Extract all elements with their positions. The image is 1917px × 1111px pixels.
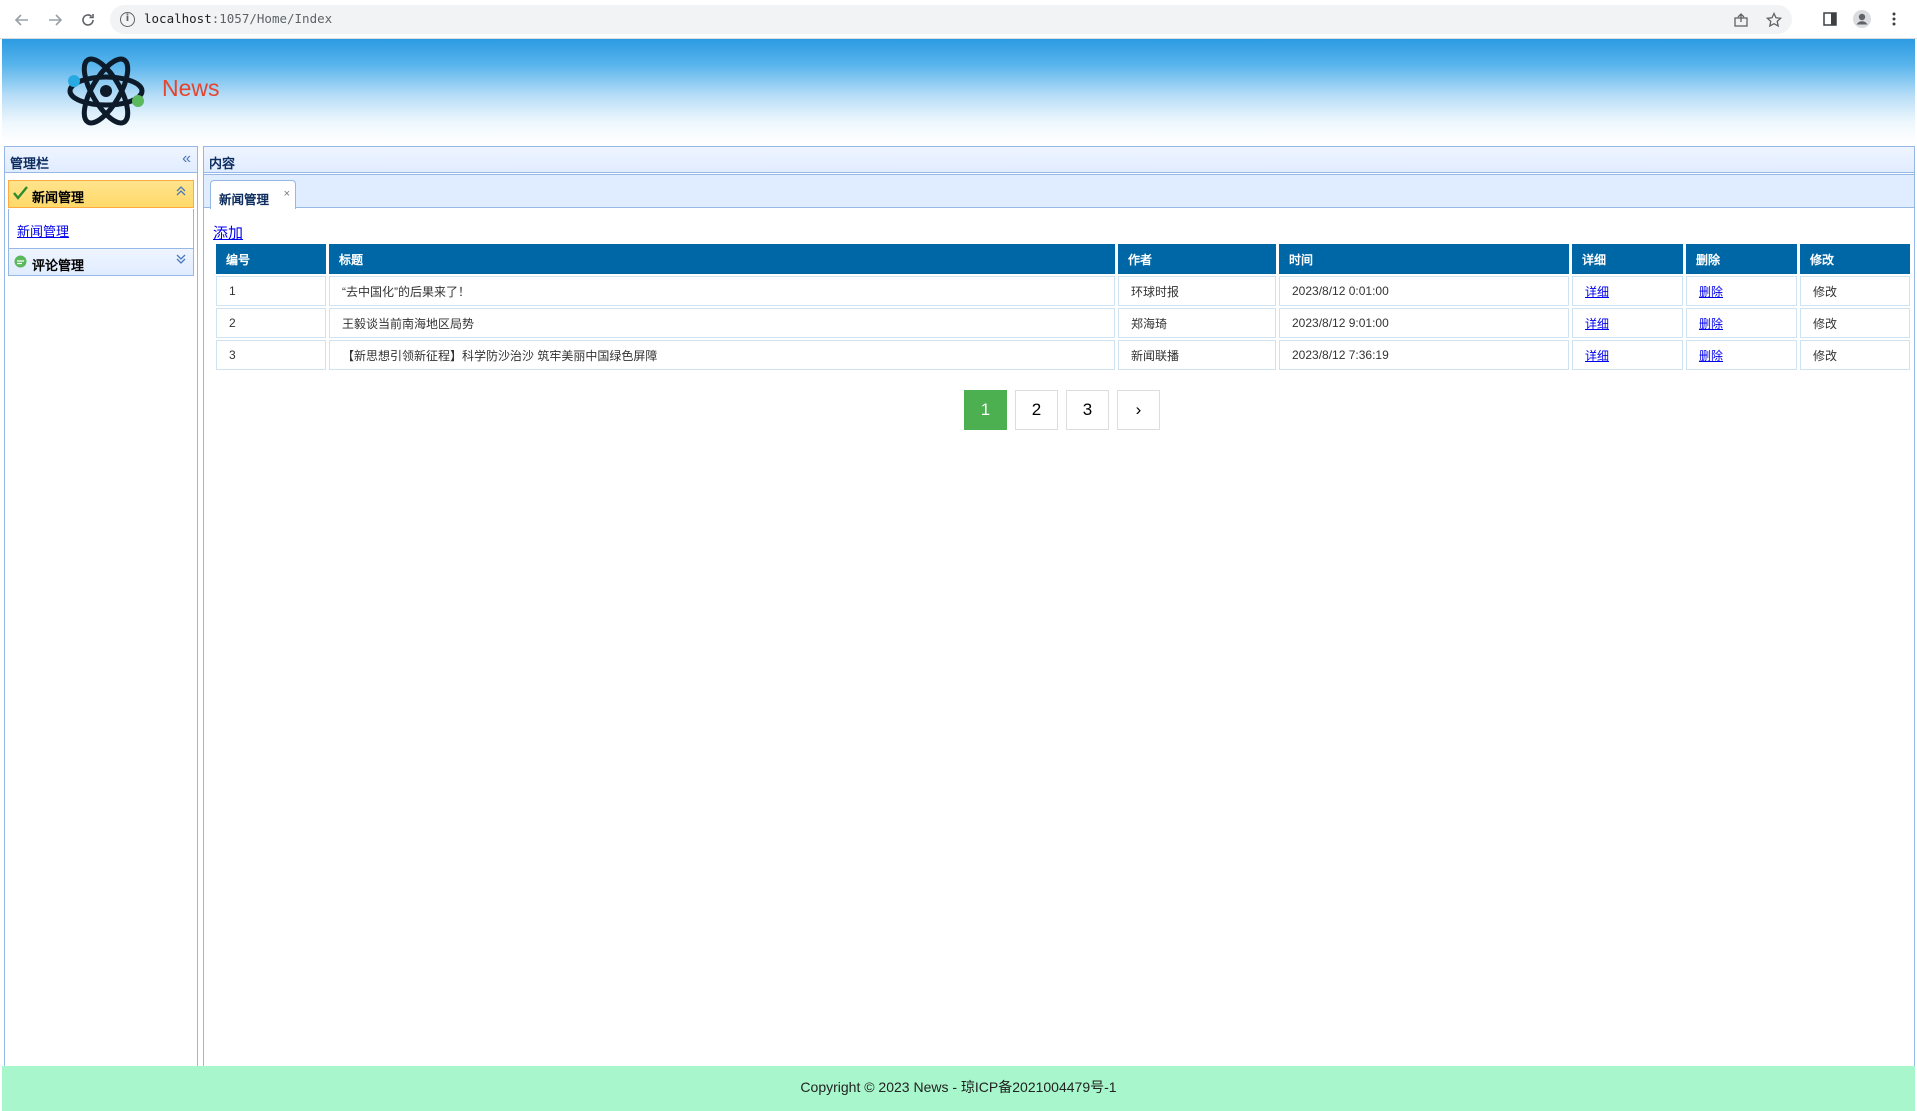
cell-detail: 详细	[1572, 308, 1683, 338]
cell-detail: 详细	[1572, 276, 1683, 306]
detail-link[interactable]: 详细	[1585, 349, 1609, 363]
cell-detail: 详细	[1572, 340, 1683, 370]
detail-link[interactable]: 详细	[1585, 317, 1609, 331]
cell-title: 【新思想引领新征程】科学防沙治沙 筑牢美丽中国绿色屏障	[329, 340, 1115, 370]
reload-icon[interactable]	[76, 8, 100, 32]
address-bar[interactable]: i localhost:1057/Home/Index	[110, 5, 1792, 34]
accordion-comment-management[interactable]: 评论管理	[8, 248, 194, 276]
cell-edit: 修改	[1800, 308, 1910, 338]
cell-edit: 修改	[1800, 340, 1910, 370]
cell-delete: 删除	[1686, 308, 1797, 338]
page-button-1[interactable]: 1	[964, 390, 1007, 430]
tab-label: 新闻管理	[219, 193, 270, 207]
cell-time: 2023/8/12 0:01:00	[1279, 276, 1569, 306]
column-header-detail: 详细	[1572, 244, 1683, 274]
cell-id: 2	[216, 308, 326, 338]
delete-link[interactable]: 删除	[1699, 285, 1723, 299]
accordion-label: 评论管理	[32, 258, 85, 273]
column-header-edit: 修改	[1800, 244, 1910, 274]
pagination: 1 2 3 ›	[964, 390, 1160, 430]
cell-edit: 修改	[1800, 276, 1910, 306]
back-icon[interactable]	[10, 8, 34, 32]
cell-title: 王毅谈当前南海地区局势	[329, 308, 1115, 338]
cell-delete: 删除	[1686, 340, 1797, 370]
cell-time: 2023/8/12 9:01:00	[1279, 308, 1569, 338]
cell-author: 郑海琦	[1118, 308, 1276, 338]
share-icon[interactable]	[1732, 12, 1750, 28]
column-header-delete: 删除	[1686, 244, 1797, 274]
cell-id: 3	[216, 340, 326, 370]
content-header: 内容	[204, 147, 1914, 173]
site-info-icon[interactable]: i	[120, 12, 135, 27]
browser-toolbar: i localhost:1057/Home/Index	[0, 0, 1917, 39]
sidebar-header: 管理栏 «	[5, 147, 197, 173]
column-header-author: 作者	[1118, 244, 1276, 274]
cell-id: 1	[216, 276, 326, 306]
copyright-text: Copyright © 2023 News - 琼ICP备2021004479号…	[800, 1079, 1117, 1095]
content-title: 内容	[209, 156, 236, 171]
cell-delete: 删除	[1686, 276, 1797, 306]
cell-time: 2023/8/12 7:36:19	[1279, 340, 1569, 370]
table-row: 1 “去中国化”的后果来了！ 环球时报 2023/8/12 0:01:00 详细…	[216, 276, 1910, 306]
table-row: 3 【新思想引领新征程】科学防沙治沙 筑牢美丽中国绿色屏障 新闻联播 2023/…	[216, 340, 1910, 370]
brand-title[interactable]: News	[162, 75, 220, 102]
next-page-button[interactable]: ›	[1117, 390, 1160, 430]
news-table: 编号 标题 作者 时间 详细 删除 修改 1 “去中国化”的后果来了！ 环球时报…	[213, 242, 1913, 372]
content-panel: 内容 新闻管理 × 添加 编号 标题 作者 时间 详细 删除 修改 1 “去中国…	[203, 146, 1915, 1067]
site-footer: Copyright © 2023 News - 琼ICP备2021004479号…	[2, 1066, 1915, 1111]
accordion-news-management[interactable]: 新闻管理	[8, 180, 194, 208]
detail-link[interactable]: 详细	[1585, 285, 1609, 299]
column-header-title: 标题	[329, 244, 1115, 274]
accordion-news-body: 新闻管理	[8, 209, 194, 248]
chevron-down-icon[interactable]	[175, 253, 187, 268]
check-icon	[13, 186, 28, 203]
forward-icon[interactable]	[43, 8, 67, 32]
collapse-left-icon[interactable]: «	[182, 150, 191, 168]
cell-title: “去中国化”的后果来了！	[329, 276, 1115, 306]
table-row: 2 王毅谈当前南海地区局势 郑海琦 2023/8/12 9:01:00 详细 删…	[216, 308, 1910, 338]
accordion-label: 新闻管理	[32, 190, 85, 205]
comment-icon	[13, 254, 28, 272]
page-button-3[interactable]: 3	[1066, 390, 1109, 430]
sidebar-panel: 管理栏 « 新闻管理 新闻管理 评论管理	[4, 146, 198, 1067]
close-icon[interactable]: ×	[284, 188, 290, 200]
delete-link[interactable]: 删除	[1699, 349, 1723, 363]
chevron-up-icon[interactable]	[175, 185, 187, 200]
delete-link[interactable]: 删除	[1699, 317, 1723, 331]
table-header-row: 编号 标题 作者 时间 详细 删除 修改	[216, 244, 1910, 274]
tab-news-management[interactable]: 新闻管理 ×	[210, 180, 296, 209]
cell-author: 新闻联播	[1118, 340, 1276, 370]
side-panel-icon[interactable]	[1819, 8, 1841, 30]
sidebar-title: 管理栏	[10, 156, 50, 171]
bookmark-star-icon[interactable]	[1765, 11, 1783, 28]
tab-strip: 新闻管理 ×	[204, 174, 1914, 209]
site-header: News	[2, 39, 1915, 143]
page-button-2[interactable]: 2	[1015, 390, 1058, 430]
browser-menu-icon[interactable]	[1883, 8, 1905, 30]
sidebar-link-news-management[interactable]: 新闻管理	[17, 221, 69, 240]
column-header-time: 时间	[1279, 244, 1569, 274]
add-news-link[interactable]: 添加	[213, 222, 243, 243]
cell-author: 环球时报	[1118, 276, 1276, 306]
profile-avatar-icon[interactable]	[1851, 8, 1873, 30]
url-text: localhost:1057/Home/Index	[144, 11, 333, 26]
column-header-id: 编号	[216, 244, 326, 274]
atom-logo-icon	[67, 56, 145, 126]
